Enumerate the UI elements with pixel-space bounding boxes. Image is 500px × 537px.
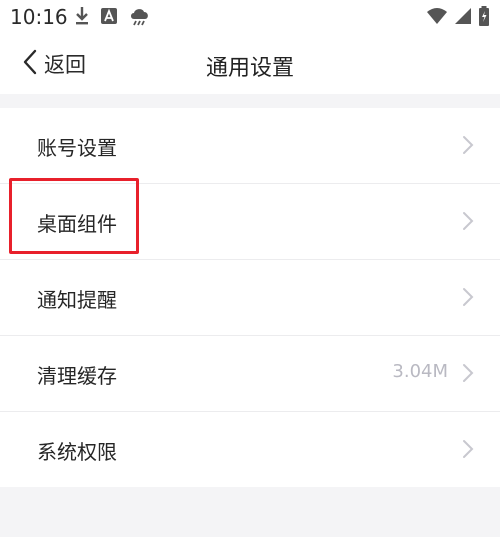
settings-item-label: 账号设置 [37, 136, 117, 160]
chevron-right-icon [462, 135, 474, 159]
settings-item-label: 通知提醒 [37, 288, 117, 312]
settings-item-notifications[interactable]: 通知提醒 [0, 260, 500, 336]
status-notification-icons [74, 6, 152, 30]
wifi-icon [426, 7, 448, 29]
settings-item-desktop-widget[interactable]: 桌面组件 [0, 184, 500, 260]
settings-list: 账号设置 桌面组件 通知提醒 清理缓存 3.04M 系统权限 [0, 108, 500, 487]
settings-item-label: 清理缓存 [37, 364, 117, 388]
settings-item-label: 系统权限 [37, 440, 117, 464]
chevron-right-icon [462, 211, 474, 235]
download-icon [74, 6, 90, 30]
settings-item-label: 桌面组件 [37, 212, 117, 236]
battery-icon [478, 6, 490, 30]
chevron-right-icon [462, 287, 474, 311]
status-bar: 10:16 [0, 0, 500, 34]
a-badge-icon [100, 7, 118, 29]
status-system-icons [426, 6, 490, 30]
signal-icon [454, 7, 472, 29]
chevron-right-icon [462, 439, 474, 463]
settings-item-clear-cache[interactable]: 清理缓存 3.04M [0, 336, 500, 412]
chevron-right-icon [462, 363, 474, 387]
nav-bar: 返回 通用设置 [0, 34, 500, 94]
status-time: 10:16 [10, 5, 68, 29]
settings-item-account[interactable]: 账号设置 [0, 108, 500, 184]
cloud-rain-icon [128, 6, 152, 30]
cache-size-value: 3.04M [392, 361, 448, 382]
page-title: 通用设置 [205, 56, 294, 81]
settings-item-system-permissions[interactable]: 系统权限 [0, 412, 500, 487]
